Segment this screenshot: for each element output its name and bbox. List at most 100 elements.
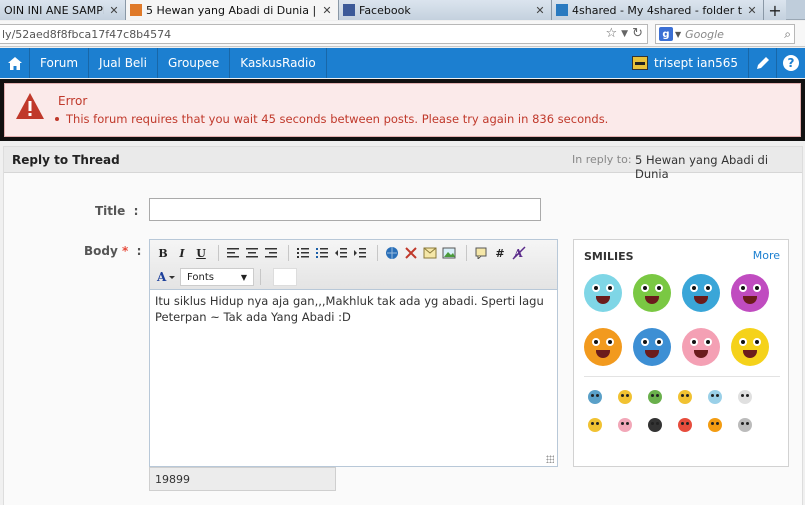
error-title: Error xyxy=(58,94,88,108)
image-icon[interactable] xyxy=(441,245,457,261)
smilies-title: SMILIES xyxy=(584,250,634,263)
favicon-icon xyxy=(130,4,142,16)
favicon-icon xyxy=(343,4,355,16)
url-text: ly/52aed8f8fbca17f47c8b4574 xyxy=(2,28,172,41)
smiley-eye xyxy=(606,338,614,346)
align-left-icon[interactable] xyxy=(225,245,241,261)
new-tab-button[interactable]: + xyxy=(764,0,786,20)
small-question-smiley-icon[interactable] xyxy=(618,390,632,404)
heart-smiley-icon[interactable] xyxy=(682,328,720,366)
error-box: Error This forum requires that you wait … xyxy=(4,83,801,137)
smiley-mouth xyxy=(596,296,610,304)
smiley-eye xyxy=(690,284,698,292)
link-globe-icon[interactable] xyxy=(384,245,400,261)
strikethrough-icon[interactable]: A xyxy=(511,245,527,261)
close-tab-icon[interactable]: ✕ xyxy=(320,3,334,17)
font-color-icon[interactable]: A xyxy=(155,269,177,285)
home-icon[interactable] xyxy=(0,48,30,78)
align-center-icon[interactable] xyxy=(244,245,260,261)
nav-forum[interactable]: Forum xyxy=(30,48,90,78)
small-cold-smiley-icon[interactable] xyxy=(708,390,722,404)
italic-icon[interactable]: I xyxy=(174,245,190,261)
toolbar-divider xyxy=(466,245,467,261)
reply-heading: Reply to Thread xyxy=(12,153,120,167)
smiley-eye xyxy=(655,284,663,292)
tab-label: Facebook xyxy=(359,3,411,17)
font-size-select[interactable] xyxy=(273,268,297,286)
help-icon[interactable]: ? xyxy=(777,48,805,78)
body-editor[interactable]: B I U # A Fonts ▼ Itu siklus Hidup nya a… xyxy=(149,239,558,467)
align-right-icon[interactable] xyxy=(263,245,279,261)
smiley-eye xyxy=(641,284,649,292)
smiley-eye xyxy=(641,338,649,346)
warning-icon xyxy=(15,92,45,123)
small-sign-smiley-icon[interactable] xyxy=(738,418,752,432)
browser-tab[interactable]: OIN INI ANE SAMPE PG...✕ xyxy=(0,0,126,20)
smiley-eye xyxy=(592,284,600,292)
title-label: Title : xyxy=(95,204,138,218)
resize-handle-icon[interactable] xyxy=(546,455,554,463)
bold-icon[interactable]: B xyxy=(155,245,171,261)
title-label-text: Title xyxy=(95,204,126,218)
body-text[interactable]: Itu siklus Hidup nya aja gan,,,Makhluk t… xyxy=(155,293,550,325)
small-angry-smiley-icon[interactable] xyxy=(678,418,692,432)
smilies-more-link[interactable]: More xyxy=(753,249,780,262)
small-bomb-smiley-icon[interactable] xyxy=(648,418,662,432)
bullet-list-icon[interactable] xyxy=(295,245,311,261)
magnifier-icon[interactable]: ⌕ xyxy=(784,27,791,42)
dropdown-arrow-icon[interactable]: ▼ xyxy=(621,29,628,41)
smiley-eye xyxy=(753,338,761,346)
numbered-list-icon[interactable] xyxy=(314,245,330,261)
crying-smiley-icon[interactable] xyxy=(584,274,622,312)
email-icon[interactable] xyxy=(422,245,438,261)
small-sick-smiley-icon[interactable] xyxy=(648,390,662,404)
search-box[interactable]: g ▼ Google ⌕ xyxy=(655,24,795,44)
search-engine-dropdown-icon[interactable]: ▼ xyxy=(675,30,681,39)
small-pig-smiley-icon[interactable] xyxy=(618,418,632,432)
blue-sad-smiley-icon[interactable] xyxy=(633,328,671,366)
quote-icon[interactable] xyxy=(473,245,489,261)
ufo-smiley-icon[interactable] xyxy=(682,274,720,312)
smilies-panel: SMILIES More xyxy=(573,239,789,467)
star-icon[interactable]: ☆ xyxy=(606,26,618,41)
user-menu[interactable]: trisept ian565 xyxy=(622,48,749,78)
close-tab-icon[interactable]: ✕ xyxy=(533,3,547,17)
body-label-text: Body xyxy=(84,244,118,258)
close-tab-icon[interactable]: ✕ xyxy=(107,3,121,17)
browser-tab[interactable]: 5 Hewan yang Abadi di Dunia | Kasku...✕ xyxy=(126,0,339,20)
close-tab-icon[interactable]: ✕ xyxy=(745,3,759,17)
smiley-mouth xyxy=(645,350,659,358)
nav-jual-beli[interactable]: Jual Beli xyxy=(89,48,158,78)
title-input[interactable] xyxy=(149,198,541,221)
nav-groupee[interactable]: Groupee xyxy=(158,48,231,78)
unlink-icon[interactable] xyxy=(403,245,419,261)
small-orange-smiley-icon[interactable] xyxy=(708,418,722,432)
thread-title[interactable]: 5 Hewan yang Abadi di Dunia xyxy=(635,153,802,181)
repost-smiley-icon[interactable] xyxy=(731,274,769,312)
small-flag-smiley-icon[interactable] xyxy=(738,390,752,404)
reply-panel: Reply to Thread In reply to: 5 Hewan yan… xyxy=(3,146,803,505)
smiley-eye xyxy=(739,338,747,346)
browser-tab[interactable]: 4shared - My 4shared - folder terbagi...… xyxy=(552,0,764,20)
laughing-smiley-icon[interactable] xyxy=(584,328,622,366)
indent-icon[interactable] xyxy=(352,245,368,261)
bullet-icon xyxy=(55,117,59,121)
fonts-select[interactable]: Fonts ▼ xyxy=(180,268,254,286)
smiley-eye xyxy=(739,284,747,292)
yellow-smiley-icon[interactable] xyxy=(731,328,769,366)
outdent-icon[interactable] xyxy=(333,245,349,261)
underline-icon[interactable]: U xyxy=(193,245,209,261)
smiley-eye xyxy=(704,338,712,346)
smiley-eye xyxy=(753,284,761,292)
hash-icon[interactable]: # xyxy=(492,245,508,261)
small-shock-smiley-icon[interactable] xyxy=(588,418,602,432)
pencil-icon[interactable] xyxy=(749,48,777,78)
smiley-eye xyxy=(704,284,712,292)
url-field[interactable]: ly/52aed8f8fbca17f47c8b4574 ☆ ▼ ↻ xyxy=(0,24,648,44)
shouting-smiley-icon[interactable] xyxy=(633,274,671,312)
small-sleepy-smiley-icon[interactable] xyxy=(678,390,692,404)
nav-kaskusradio[interactable]: KaskusRadio xyxy=(230,48,327,78)
small-car-smiley-icon[interactable] xyxy=(588,390,602,404)
browser-tab[interactable]: Facebook ✕ xyxy=(339,0,552,20)
reload-icon[interactable]: ↻ xyxy=(632,26,643,41)
